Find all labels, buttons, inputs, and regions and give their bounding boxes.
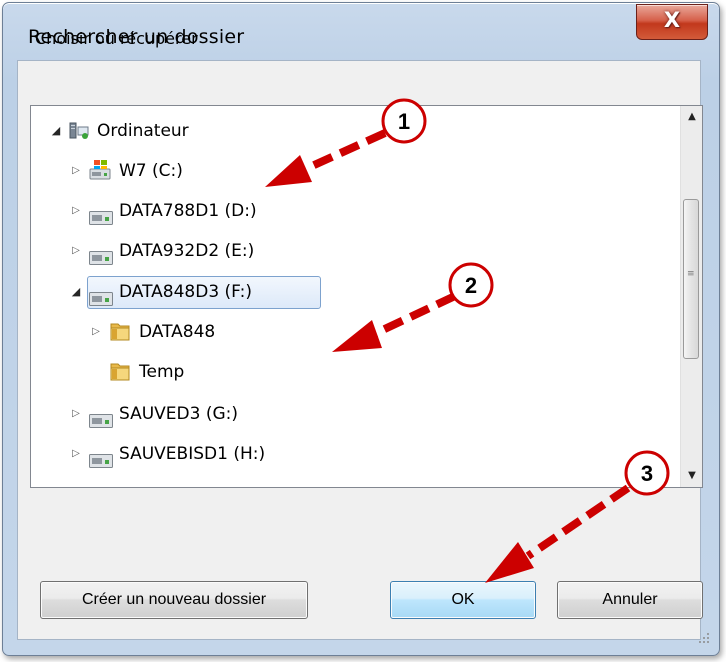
folder-icon [109, 321, 131, 353]
resize-grip-icon[interactable] [698, 632, 710, 644]
tree-item-label: DATA848D3 (F:) [119, 282, 253, 302]
scrollbar-thumb[interactable]: ≡ [683, 199, 699, 359]
scroll-up-icon[interactable]: ▲ [681, 106, 702, 128]
tree-item-data932d2[interactable]: ▷ DATA932D2 (E:) [69, 236, 389, 266]
folder-tree[interactable]: ◢ Ordinateur ▷ W7 (C:) ▷ DATA788D1 (D:) … [30, 105, 703, 488]
expand-icon[interactable]: ▷ [89, 317, 103, 347]
tree-item-data848[interactable]: ▷ DATA848 [89, 317, 389, 347]
drive-icon [89, 448, 113, 478]
tree-item-label: Temp [139, 362, 185, 382]
tree-item-label: SAUVEBISD1 (H:) [119, 444, 266, 464]
new-folder-button[interactable]: Créer un nouveau dossier [40, 581, 308, 619]
tree-item-w7[interactable]: ▷ W7 (C:) [69, 156, 369, 186]
tree-item-data788d1[interactable]: ▷ DATA788D1 (D:) [69, 196, 389, 226]
collapse-icon[interactable]: ◢ [49, 116, 63, 146]
tree-item-temp[interactable]: Temp [89, 357, 389, 387]
drive-icon [89, 205, 113, 235]
tree-item-label: Ordinateur [97, 121, 189, 141]
drive-icon [89, 408, 113, 438]
drive-icon [89, 245, 113, 275]
vertical-scrollbar[interactable]: ▲ ≡ ▼ [680, 106, 702, 487]
windows-drive-icon [89, 159, 113, 191]
folder-icon [109, 361, 131, 393]
grip-icon: ≡ [687, 269, 695, 279]
close-button[interactable]: X [636, 4, 708, 40]
computer-icon [69, 121, 91, 151]
cancel-button[interactable]: Annuler [557, 581, 703, 619]
ok-button[interactable]: OK [390, 581, 536, 619]
instruction-text: Choisir où récupérer [35, 29, 198, 48]
expand-icon[interactable]: ▷ [69, 439, 83, 469]
tree-item-label: DATA932D2 (E:) [119, 241, 255, 261]
tree-item-data848d3[interactable]: ◢ DATA848D3 (F:) [69, 277, 389, 307]
tree-item-sauvebisd1[interactable]: ▷ SAUVEBISD1 (H:) [69, 439, 389, 469]
tree-item-sauved3[interactable]: ▷ SAUVED3 (G:) [69, 399, 389, 429]
tree-item-label: SAUVED3 (G:) [119, 404, 239, 424]
tree-item-label: W7 (C:) [119, 161, 183, 181]
collapse-icon[interactable]: ◢ [69, 277, 83, 307]
expand-icon[interactable]: ▷ [69, 196, 83, 226]
scroll-down-icon[interactable]: ▼ [681, 465, 702, 487]
tree-item-label: DATA848 [139, 322, 216, 342]
expand-icon[interactable]: ▷ [69, 399, 83, 429]
tree-item-ordinateur[interactable]: ◢ Ordinateur [49, 116, 349, 146]
drive-icon [89, 286, 113, 316]
expand-icon[interactable]: ▷ [69, 236, 83, 266]
close-icon: X [663, 8, 681, 32]
expand-icon[interactable]: ▷ [69, 156, 83, 186]
tree-item-label: DATA788D1 (D:) [119, 201, 257, 221]
